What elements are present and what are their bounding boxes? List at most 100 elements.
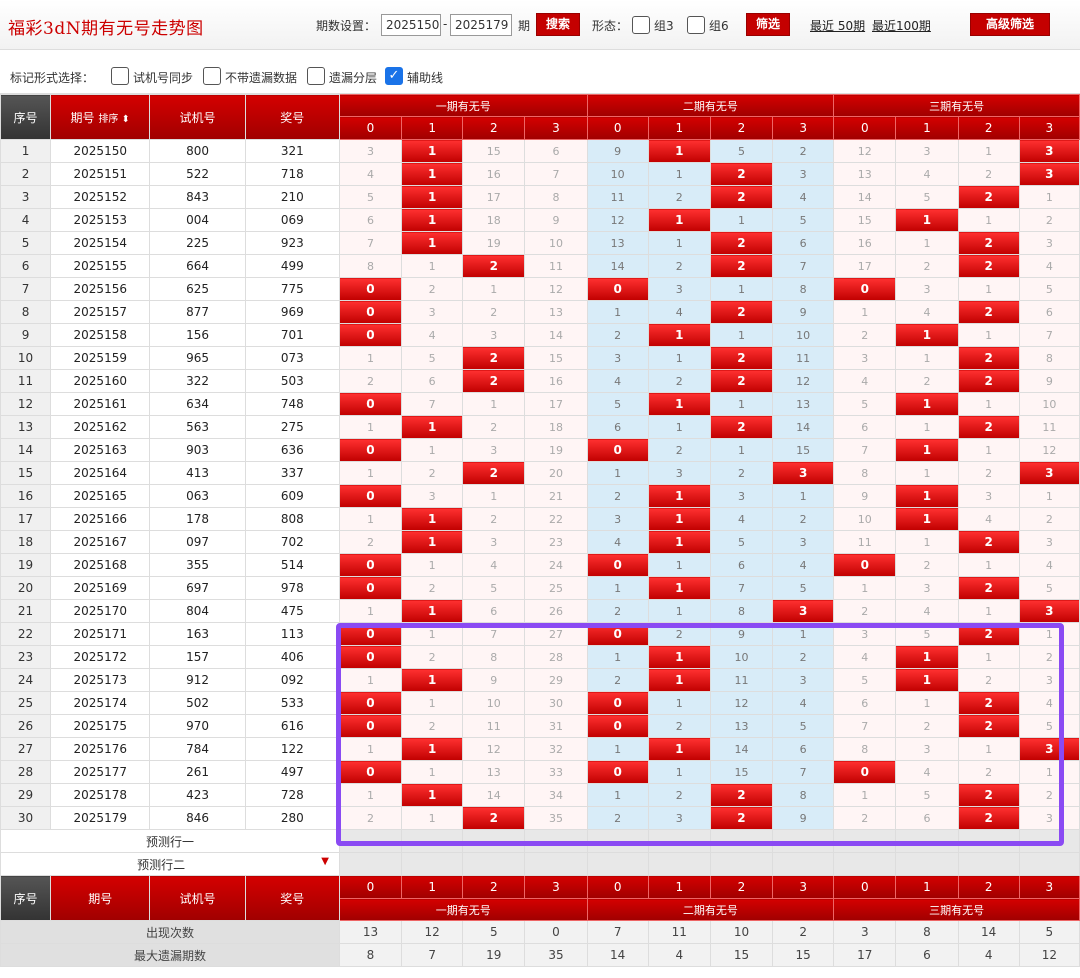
- trend-cell[interactable]: 15: [772, 438, 835, 462]
- prediction-cell[interactable]: [401, 852, 464, 876]
- no-miss-data-checkbox[interactable]: [203, 67, 221, 85]
- trend-cell[interactable]: 11: [586, 185, 649, 209]
- trend-cell[interactable]: 33: [524, 760, 588, 784]
- prediction-cell[interactable]: [462, 852, 526, 876]
- trend-cell[interactable]: 5: [895, 622, 959, 646]
- trend-cell[interactable]: 10: [709, 645, 774, 669]
- trend-cell[interactable]: 0: [338, 691, 403, 715]
- trend-cell[interactable]: 29: [524, 668, 588, 692]
- trend-cell[interactable]: 17: [462, 185, 526, 209]
- prediction-cell[interactable]: [957, 829, 1020, 853]
- trend-cell[interactable]: 7: [833, 438, 897, 462]
- trend-cell[interactable]: 1: [647, 415, 711, 439]
- trend-cell[interactable]: 1: [338, 737, 403, 761]
- trend-cell[interactable]: 3: [1018, 231, 1080, 255]
- trend-cell[interactable]: 1: [895, 392, 959, 416]
- trend-cell[interactable]: 5: [833, 668, 897, 692]
- trend-cell[interactable]: 3: [1018, 599, 1080, 623]
- trend-cell[interactable]: 7: [833, 714, 897, 738]
- trend-cell[interactable]: 1: [401, 760, 464, 784]
- trend-cell[interactable]: 2: [957, 622, 1020, 646]
- trend-cell[interactable]: 13: [833, 162, 897, 186]
- trend-cell[interactable]: 8: [833, 737, 897, 761]
- trend-cell[interactable]: 1: [586, 645, 649, 669]
- trend-cell[interactable]: 5: [401, 346, 464, 370]
- trend-cell[interactable]: 3: [833, 622, 897, 646]
- trend-cell[interactable]: 7: [772, 254, 835, 278]
- trend-cell[interactable]: 2: [586, 806, 649, 830]
- trend-cell[interactable]: 8: [462, 645, 526, 669]
- trend-cell[interactable]: 1: [957, 737, 1020, 761]
- trend-cell[interactable]: 3: [833, 346, 897, 370]
- trend-cell[interactable]: 12: [833, 139, 897, 163]
- trend-cell[interactable]: 5: [462, 576, 526, 600]
- trend-cell[interactable]: 1: [401, 208, 464, 232]
- trend-cell[interactable]: 12: [1018, 438, 1080, 462]
- trend-cell[interactable]: 4: [462, 553, 526, 577]
- trend-cell[interactable]: 3: [647, 461, 711, 485]
- trend-cell[interactable]: 3: [895, 576, 959, 600]
- trend-cell[interactable]: 1: [401, 668, 464, 692]
- trend-cell[interactable]: 4: [338, 162, 403, 186]
- trend-cell[interactable]: 9: [709, 622, 774, 646]
- trend-cell[interactable]: 1: [1018, 760, 1080, 784]
- trend-cell[interactable]: 1: [647, 392, 711, 416]
- prediction-cell[interactable]: [1018, 852, 1080, 876]
- trend-cell[interactable]: 2: [957, 461, 1020, 485]
- trend-cell[interactable]: 1: [895, 323, 959, 347]
- trend-cell[interactable]: 1: [401, 783, 464, 807]
- trend-cell[interactable]: 9: [462, 668, 526, 692]
- trend-cell[interactable]: 2: [462, 346, 526, 370]
- trend-cell[interactable]: 10: [462, 691, 526, 715]
- trend-cell[interactable]: 5: [772, 576, 835, 600]
- trend-cell[interactable]: 7: [401, 392, 464, 416]
- trend-cell[interactable]: 6: [772, 737, 835, 761]
- trend-cell[interactable]: 10: [524, 231, 588, 255]
- trend-cell[interactable]: 1: [401, 254, 464, 278]
- trend-cell[interactable]: 2: [772, 645, 835, 669]
- trend-cell[interactable]: 4: [1018, 254, 1080, 278]
- trend-cell[interactable]: 0: [586, 553, 649, 577]
- trend-cell[interactable]: 2: [709, 231, 774, 255]
- trend-cell[interactable]: 2: [401, 645, 464, 669]
- trend-cell[interactable]: 2: [1018, 645, 1080, 669]
- trend-cell[interactable]: 2: [401, 461, 464, 485]
- trend-cell[interactable]: 9: [833, 484, 897, 508]
- trend-cell[interactable]: 5: [709, 530, 774, 554]
- trend-cell[interactable]: 3: [1018, 162, 1080, 186]
- trend-cell[interactable]: 7: [338, 231, 403, 255]
- trend-cell[interactable]: 2: [957, 369, 1020, 393]
- trend-cell[interactable]: 8: [524, 185, 588, 209]
- trend-cell[interactable]: 3: [1018, 668, 1080, 692]
- trend-cell[interactable]: 1: [338, 599, 403, 623]
- trend-cell[interactable]: 4: [709, 507, 774, 531]
- trend-cell[interactable]: 14: [709, 737, 774, 761]
- trend-cell[interactable]: 14: [772, 415, 835, 439]
- trend-cell[interactable]: 1: [647, 208, 711, 232]
- trend-cell[interactable]: 16: [833, 231, 897, 255]
- trend-cell[interactable]: 1: [586, 576, 649, 600]
- trend-cell[interactable]: 2: [462, 507, 526, 531]
- trend-cell[interactable]: 18: [462, 208, 526, 232]
- trend-cell[interactable]: 1: [895, 208, 959, 232]
- trend-cell[interactable]: 1: [895, 530, 959, 554]
- trend-cell[interactable]: 1: [401, 530, 464, 554]
- trend-cell[interactable]: 0: [338, 484, 403, 508]
- trend-cell[interactable]: 1: [647, 162, 711, 186]
- prediction-cell[interactable]: [462, 829, 526, 853]
- trend-cell[interactable]: 2: [586, 599, 649, 623]
- trend-cell[interactable]: 1: [895, 691, 959, 715]
- trend-cell[interactable]: 15: [709, 760, 774, 784]
- trend-cell[interactable]: 10: [772, 323, 835, 347]
- trend-cell[interactable]: 1: [338, 507, 403, 531]
- trend-cell[interactable]: 18: [524, 415, 588, 439]
- trend-cell[interactable]: 2: [709, 162, 774, 186]
- trend-cell[interactable]: 1: [957, 323, 1020, 347]
- trend-cell[interactable]: 1: [338, 668, 403, 692]
- trend-cell[interactable]: 2: [401, 277, 464, 301]
- trend-cell[interactable]: 3: [895, 277, 959, 301]
- trend-cell[interactable]: 2: [462, 369, 526, 393]
- trend-cell[interactable]: 2: [647, 783, 711, 807]
- trend-cell[interactable]: 1: [647, 737, 711, 761]
- trial-sync-checkbox[interactable]: [111, 67, 129, 85]
